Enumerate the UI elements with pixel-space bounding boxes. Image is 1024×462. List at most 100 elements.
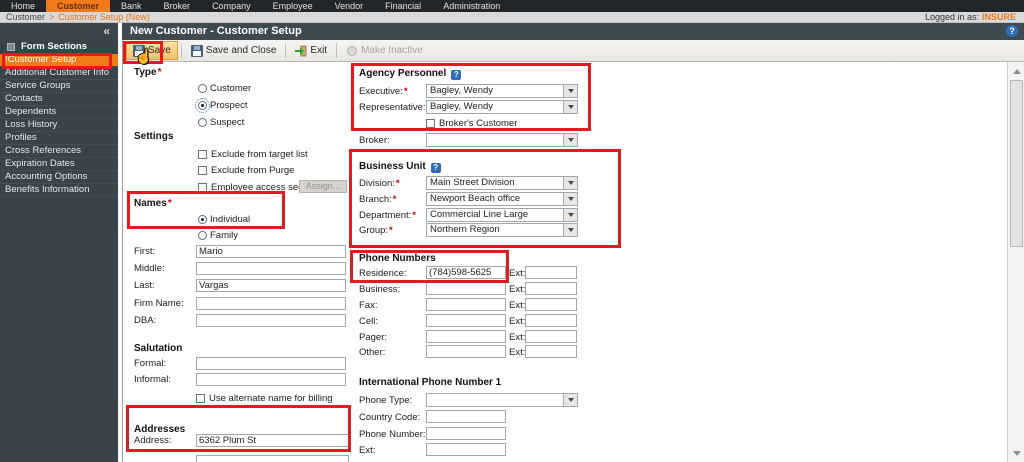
business-phone-field[interactable] <box>426 282 506 295</box>
customer-setup-form: Type* Customer Prospect Suspect Settings… <box>123 62 1024 462</box>
branch-dropdown[interactable]: Newport Beach office <box>426 192 578 206</box>
address-field-2[interactable] <box>196 455 349 462</box>
radio-suspect[interactable] <box>198 118 207 127</box>
main-panel: Save Save and Close Exit Make Inactive T… <box>122 40 1024 462</box>
radio-customer[interactable] <box>198 84 207 93</box>
radio-family-label: Family <box>210 230 238 241</box>
scroll-down-icon[interactable] <box>1009 446 1024 460</box>
firm-name-field[interactable] <box>196 297 346 310</box>
executive-label: Executive:* <box>359 86 408 97</box>
informal-field[interactable] <box>196 373 346 386</box>
last-name-field[interactable] <box>196 279 346 292</box>
sidebar-item-contacts[interactable]: Contacts <box>0 93 118 106</box>
scrollbar-thumb[interactable] <box>1010 80 1023 247</box>
sidebar-item-profiles[interactable]: Profiles <box>0 132 118 145</box>
radio-family[interactable] <box>198 231 207 240</box>
app-window: Home Customer Bank Broker Company Employ… <box>0 0 1024 462</box>
save-and-close-button[interactable]: Save and Close <box>185 41 283 60</box>
collapse-sidebar-icon[interactable]: « <box>103 24 110 38</box>
checkbox-employee-access-secured[interactable] <box>198 183 207 192</box>
address-field[interactable] <box>196 434 349 447</box>
residence-phone-label: Residence: <box>359 268 407 279</box>
fax-field[interactable] <box>426 298 506 311</box>
sidebar-item-service-groups[interactable]: Service Groups <box>0 80 118 93</box>
division-dropdown[interactable]: Main Street Division <box>426 176 578 190</box>
breadcrumb-root[interactable]: Customer <box>6 12 45 22</box>
checkbox-exclude-purge[interactable] <box>198 166 207 175</box>
agency-help-icon[interactable]: ? <box>451 70 462 80</box>
menu-company[interactable]: Company <box>201 0 262 12</box>
vertical-scrollbar[interactable] <box>1007 62 1024 462</box>
intl-ext-field[interactable] <box>426 443 506 456</box>
middle-name-label: Middle: <box>134 263 165 274</box>
broker-dropdown[interactable] <box>426 133 578 147</box>
cell-field[interactable] <box>426 314 506 327</box>
other-phone-field[interactable] <box>426 345 506 358</box>
pager-field[interactable] <box>426 330 506 343</box>
fax-ext-field[interactable] <box>525 298 577 311</box>
residence-phone-field[interactable] <box>426 266 506 279</box>
dropdown-arrow-icon <box>563 85 577 97</box>
menu-broker[interactable]: Broker <box>153 0 202 12</box>
business-unit-help-icon[interactable]: ? <box>430 163 441 173</box>
radio-prospect-label: Prospect <box>210 100 248 111</box>
radio-individual[interactable] <box>198 215 207 224</box>
settings-section-label: Settings <box>134 131 174 142</box>
residence-ext-field[interactable] <box>525 266 577 279</box>
menu-vendor[interactable]: Vendor <box>324 0 375 12</box>
other-ext-label: Ext: <box>509 347 526 358</box>
phone-numbers-header: Phone Numbers <box>359 253 436 264</box>
representative-dropdown[interactable]: Bagley, Wendy <box>426 100 578 114</box>
sidebar-item-benefits-information[interactable]: Benefits Information <box>0 184 118 197</box>
middle-name-field[interactable] <box>196 262 346 275</box>
business-ext-field[interactable] <box>525 282 577 295</box>
menu-bank[interactable]: Bank <box>110 0 153 12</box>
group-dropdown[interactable]: Northern Region <box>426 223 578 237</box>
phone-type-dropdown[interactable] <box>426 393 578 407</box>
toolbar-separator <box>336 43 338 58</box>
sidebar-item-additional-customer-info[interactable]: Additional Customer Info <box>0 67 118 80</box>
radio-prospect[interactable] <box>195 98 210 113</box>
checkbox-brokers-customer[interactable] <box>426 119 435 128</box>
sidebar-item-expiration-dates[interactable]: Expiration Dates <box>0 158 118 171</box>
sidebar-item-customer-setup[interactable]: !Customer Setup <box>0 54 118 67</box>
pager-ext-field[interactable] <box>525 330 577 343</box>
toolbar: Save Save and Close Exit Make Inactive <box>123 40 1024 62</box>
help-icon[interactable]: ? <box>1006 25 1018 37</box>
executive-dropdown[interactable]: Bagley, Wendy <box>426 84 578 98</box>
dba-field[interactable] <box>196 314 346 327</box>
business-phone-label: Business: <box>359 284 401 295</box>
sidebar-item-dependents[interactable]: Dependents <box>0 106 118 119</box>
checkbox-alt-billing-name[interactable] <box>196 394 205 403</box>
checkbox-exclude-target-list[interactable] <box>198 150 207 159</box>
dropdown-arrow-icon <box>563 177 577 189</box>
dropdown-arrow-icon <box>563 209 577 221</box>
exit-button[interactable]: Exit <box>289 41 333 60</box>
other-ext-field[interactable] <box>525 345 577 358</box>
intl-phone-number-field[interactable] <box>426 427 506 440</box>
annotation-box-names <box>127 191 285 229</box>
sidebar-item-accounting-options[interactable]: Accounting Options <box>0 171 118 184</box>
menu-administration[interactable]: Administration <box>432 0 511 12</box>
cell-label: Cell: <box>359 316 379 327</box>
menu-employee[interactable]: Employee <box>262 0 324 12</box>
breadcrumb-current[interactable]: Customer Setup (New) <box>58 12 150 22</box>
residence-ext-label: Ext: <box>509 268 526 279</box>
country-code-field[interactable] <box>426 410 506 423</box>
formal-field[interactable] <box>196 357 346 370</box>
sidebar-item-loss-history[interactable]: Loss History <box>0 119 118 132</box>
scroll-up-icon[interactable] <box>1009 64 1024 78</box>
first-name-field[interactable] <box>196 245 346 258</box>
address-label: Address: <box>134 435 172 446</box>
department-dropdown[interactable]: Commercial Line Large <box>426 208 578 222</box>
menu-financial[interactable]: Financial <box>374 0 432 12</box>
pager-ext-label: Ext: <box>509 332 526 343</box>
menu-customer[interactable]: Customer <box>46 0 111 12</box>
sidebar-item-cross-references[interactable]: Cross References <box>0 145 118 158</box>
exit-icon <box>295 45 307 56</box>
menu-home[interactable]: Home <box>0 0 46 12</box>
cell-ext-field[interactable] <box>525 314 577 327</box>
checkbox-exclude-target-list-label: Exclude from target list <box>211 149 308 160</box>
form-sections-header: Form Sections <box>0 40 118 54</box>
radio-individual-label: Individual <box>210 214 251 225</box>
